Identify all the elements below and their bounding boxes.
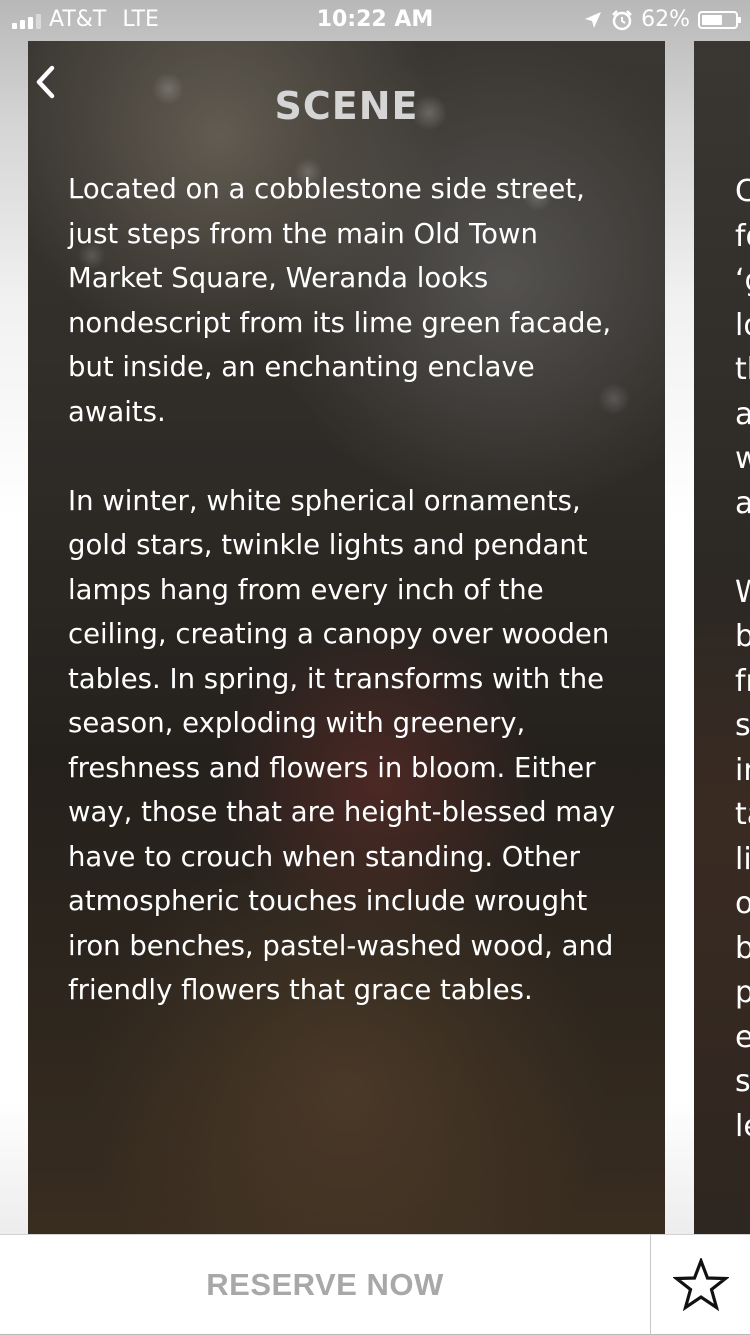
alarm-clock-icon <box>612 9 632 30</box>
scene-paragraph: Located on a cobblestone side street, ju… <box>68 173 612 428</box>
next-card-text-fragment: le <box>735 1108 750 1144</box>
next-card-text-fragment: lo <box>735 307 750 343</box>
battery-percent: 62% <box>641 7 690 32</box>
next-card-text-fragment: fo <box>735 218 750 254</box>
scene-description: Located on a cobblestone side street, ju… <box>68 167 638 1057</box>
next-card-text-peek: Cfo‘glothawaWbfrstintaliobpestle <box>735 170 750 1149</box>
next-card-text-fragment: ‘g <box>735 263 750 298</box>
next-card-text-fragment: in <box>735 752 750 788</box>
next-card-text-fragment: st <box>735 1064 750 1099</box>
next-card-text-fragment: a <box>735 485 750 521</box>
next-card-text-fragment: C <box>735 174 750 209</box>
location-arrow-icon <box>585 11 602 28</box>
bottom-bar: RESERVE NOW <box>0 1234 750 1335</box>
next-card-text-fragment: ta <box>735 797 750 832</box>
battery-fill <box>702 14 722 25</box>
next-card-text-fragment: b <box>735 619 750 654</box>
status-right: 62% <box>583 7 741 32</box>
status-bar: AT&T LTE 10:22 AM 62% <box>0 0 750 40</box>
favorite-button[interactable] <box>651 1235 750 1335</box>
next-card-text-fragment: e <box>735 1019 750 1055</box>
next-card-text-fragment: li <box>735 841 750 877</box>
next-card-text-fragment: fr <box>735 663 750 699</box>
next-card-text-fragment: st <box>735 708 750 743</box>
next-card-text-fragment: b <box>735 930 750 966</box>
next-card-text-fragment: w <box>735 441 750 476</box>
scene-paragraph: In winter, white spherical ornaments, go… <box>68 484 616 1007</box>
next-card-text-fragment: a <box>735 396 750 432</box>
next-card-text-fragment <box>735 526 750 571</box>
next-card-text-fragment: th <box>735 352 750 387</box>
reserve-now-button[interactable]: RESERVE NOW <box>0 1235 650 1335</box>
next-card-text-fragment: o <box>735 886 750 921</box>
next-card-text-fragment: p <box>735 975 750 1010</box>
next-card-text-fragment: W <box>735 574 750 610</box>
star-outline-icon <box>672 1258 729 1312</box>
battery-icon <box>698 10 741 29</box>
page-title: SCENE <box>274 84 419 128</box>
